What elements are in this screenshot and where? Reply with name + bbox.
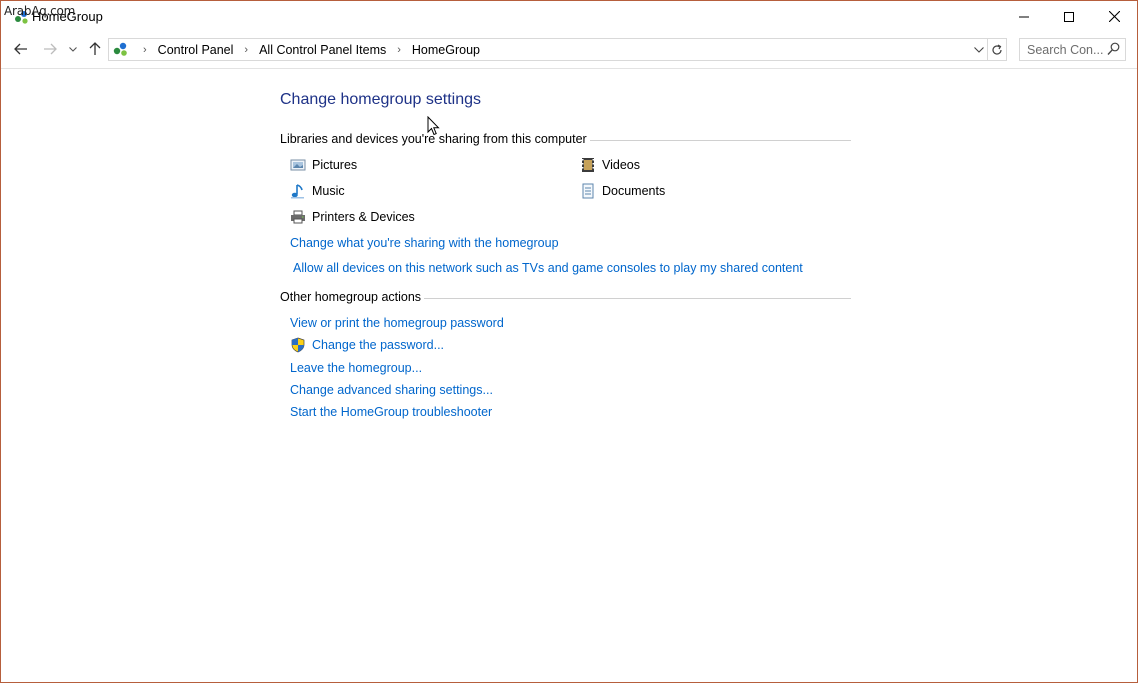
recent-locations-button[interactable] [63,39,83,59]
refresh-icon [991,43,1002,55]
window: HomeGroup ArabAq.com › Control Panel › A… [0,0,1138,683]
shared-item-documents: Documents [580,182,665,200]
up-button[interactable] [84,39,106,59]
pictures-icon [290,157,306,173]
uac-shield-icon [290,337,306,353]
breadcrumb-separator-icon[interactable]: › [143,44,147,56]
maximize-icon [1064,11,1074,22]
documents-icon [580,183,596,199]
shared-item-music: Music [290,182,345,200]
shared-item-label: Videos [602,158,640,172]
view-password-link[interactable]: View or print the homegroup password [290,314,504,331]
breadcrumb-separator-icon[interactable]: › [244,44,248,56]
change-password-label[interactable]: Change the password... [312,338,444,352]
actions-section-heading: Other homegroup actions [280,289,851,305]
homegroup-location-icon [113,42,127,56]
shared-item-label: Printers & Devices [312,210,415,224]
sharing-section-heading: Libraries and devices you're sharing fro… [280,131,851,147]
advanced-sharing-link[interactable]: Change advanced sharing settings... [290,381,493,398]
leave-homegroup-link[interactable]: Leave the homegroup... [290,359,422,376]
breadcrumb-separator-icon[interactable]: › [397,44,401,56]
refresh-button[interactable] [987,38,1007,61]
up-arrow-icon [89,42,101,55]
maximize-button[interactable] [1046,1,1092,32]
breadcrumb-all-items[interactable]: All Control Panel Items [256,43,389,57]
shared-item-pictures: Pictures [290,156,357,174]
forward-arrow-icon [44,43,57,55]
shared-item-label: Pictures [312,158,358,172]
change-password-link[interactable]: Change the password... [290,336,444,353]
address-dropdown-button[interactable] [971,39,987,60]
main-content: Change homegroup settings Libraries and … [1,69,1137,681]
change-sharing-link[interactable]: Change what you're sharing with the home… [290,234,559,251]
minimize-icon [1019,16,1029,17]
close-icon [1108,11,1120,22]
videos-icon [580,157,596,173]
printer-icon [290,209,306,225]
close-button[interactable] [1091,1,1137,32]
page-title: Change homegroup settings [280,91,482,108]
breadcrumb-control-panel[interactable]: Control Panel [155,43,237,57]
mouse-cursor-icon [427,116,440,136]
troubleshooter-link[interactable]: Start the HomeGroup troubleshooter [290,403,492,420]
search-icon[interactable] [1107,42,1120,56]
search-input[interactable] [1020,39,1109,60]
minimize-button[interactable] [1001,1,1047,32]
allow-devices-link[interactable]: Allow all devices on this network such a… [293,259,803,276]
shared-item-videos: Videos [580,156,640,174]
watermark-text: ArabAq.com [4,4,76,18]
section-heading-text: Other homegroup actions [280,290,422,304]
back-arrow-icon [14,43,27,55]
forward-button[interactable] [39,39,61,59]
back-button[interactable] [10,39,32,59]
chevron-down-icon [974,46,984,53]
shared-item-label: Music [312,184,345,198]
shared-item-printers: Printers & Devices [290,208,415,226]
address-bar[interactable]: › Control Panel › All Control Panel Item… [108,38,988,61]
navigation-bar: › Control Panel › All Control Panel Item… [1,32,1137,68]
breadcrumb: › Control Panel › All Control Panel Item… [135,39,483,60]
breadcrumb-homegroup[interactable]: HomeGroup [409,43,483,57]
shared-item-label: Documents [602,184,666,198]
title-bar[interactable]: HomeGroup ArabAq.com [1,1,1137,32]
divider [424,297,851,299]
music-icon [290,183,306,199]
chevron-down-icon [69,46,77,52]
divider [589,139,851,141]
search-box[interactable] [1019,38,1126,61]
